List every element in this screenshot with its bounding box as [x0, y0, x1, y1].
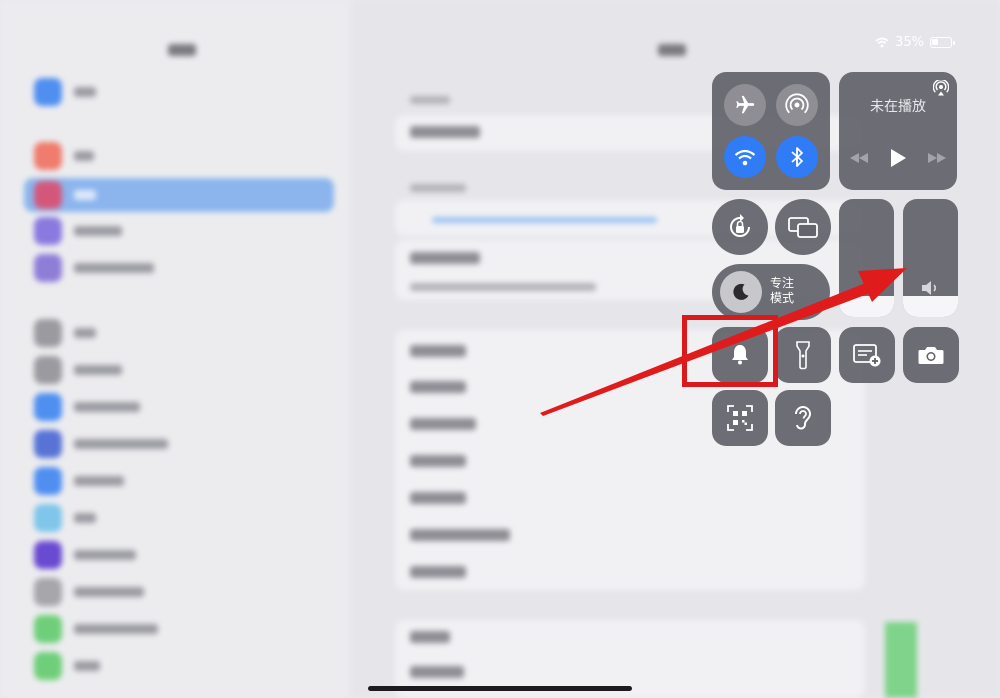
home-indicator[interactable]	[368, 686, 632, 691]
annotation-arrow	[540, 268, 907, 416]
